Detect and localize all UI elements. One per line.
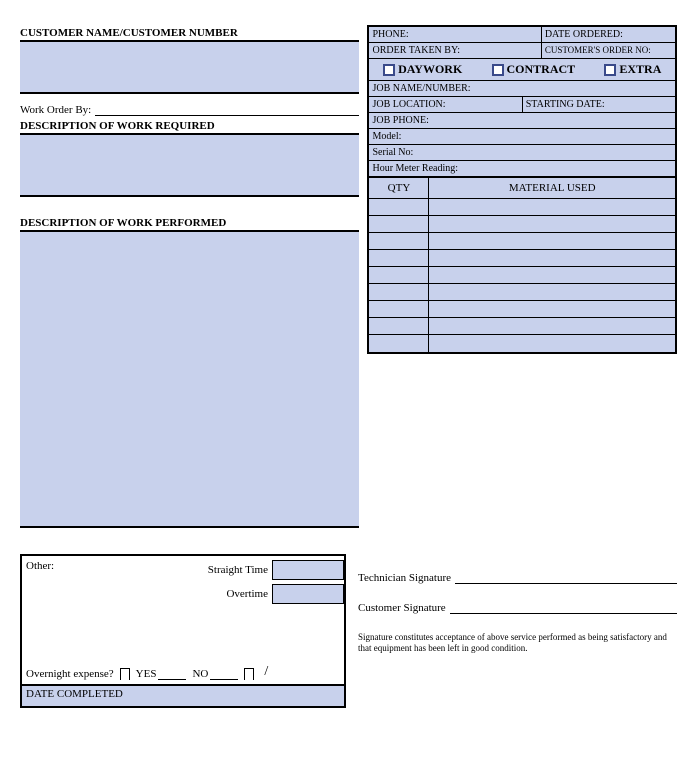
checkbox-icon (604, 64, 616, 76)
customer-order-no-cell[interactable]: CUSTOMER'S ORDER NO: (542, 43, 675, 58)
model-cell[interactable]: Model: (369, 129, 675, 144)
serial-cell[interactable]: Serial No: (369, 145, 675, 160)
yes-option[interactable]: YES (136, 668, 187, 680)
work-required-area[interactable] (20, 135, 359, 197)
checkbox-icon (492, 64, 504, 76)
straight-time-input[interactable] (272, 560, 344, 580)
tick-icon (244, 668, 254, 680)
qty-header: QTY (369, 178, 429, 198)
table-row[interactable] (369, 199, 675, 216)
contract-option[interactable]: CONTRACT (492, 62, 576, 77)
tick-icon (120, 668, 130, 680)
order-taken-by-cell[interactable]: ORDER TAKEN BY: (369, 43, 541, 58)
straight-time-label: Straight Time (208, 564, 272, 576)
job-phone-cell[interactable]: JOB PHONE: (369, 113, 675, 128)
other-label: Other: (26, 560, 54, 572)
technician-signature-line[interactable] (455, 574, 677, 584)
table-row[interactable] (369, 250, 675, 267)
overtime-input[interactable] (272, 584, 344, 604)
overnight-label: Overnight expense? (26, 668, 114, 680)
table-row[interactable] (369, 318, 675, 335)
no-option[interactable]: NO (192, 668, 238, 680)
work-performed-area[interactable] (20, 232, 359, 528)
job-name-cell[interactable]: JOB NAME/NUMBER: (369, 81, 675, 96)
date-ordered-cell[interactable]: DATE ORDERED: (542, 27, 675, 42)
work-order-by-line[interactable] (95, 106, 359, 116)
extra-label: EXTRA (619, 62, 661, 77)
checkbox-icon (383, 64, 395, 76)
customer-signature-label: Customer Signature (358, 602, 446, 614)
no-label: NO (192, 668, 208, 680)
customer-signature-line[interactable] (450, 604, 677, 614)
table-row[interactable] (369, 301, 675, 318)
hour-meter-cell[interactable]: Hour Meter Reading: (369, 161, 675, 176)
phone-cell[interactable]: PHONE: (369, 27, 541, 42)
table-row[interactable] (369, 267, 675, 284)
work-order-by-label: Work Order By: (20, 104, 91, 116)
daywork-option[interactable]: DAYWORK (383, 62, 462, 77)
contract-label: CONTRACT (507, 62, 576, 77)
customer-input-area[interactable] (20, 42, 359, 94)
table-row[interactable] (369, 216, 675, 233)
work-performed-header: DESCRIPTION OF WORK PERFORMED (20, 217, 359, 232)
date-completed-cell[interactable]: DATE COMPLETED (22, 684, 344, 706)
other-expense-box: Other: Straight Time Overtime Overnight … (20, 554, 346, 708)
overtime-label: Overtime (226, 588, 272, 600)
material-table: QTY MATERIAL USED (367, 178, 677, 354)
job-location-cell[interactable]: JOB LOCATION: (369, 97, 522, 112)
table-row[interactable] (369, 284, 675, 301)
material-used-header: MATERIAL USED (429, 178, 675, 198)
order-info-table: PHONE: DATE ORDERED: ORDER TAKEN BY: CUS… (367, 25, 677, 178)
customer-header: CUSTOMER NAME/CUSTOMER NUMBER (20, 27, 359, 42)
slash-icon: / (264, 664, 268, 680)
yes-label: YES (136, 668, 157, 680)
extra-option[interactable]: EXTRA (604, 62, 661, 77)
technician-signature-label: Technician Signature (358, 572, 451, 584)
work-required-header: DESCRIPTION OF WORK REQUIRED (20, 120, 359, 135)
starting-date-cell[interactable]: STARTING DATE: (523, 97, 675, 112)
disclaimer-text: Signature constitutes acceptance of abov… (358, 632, 677, 654)
daywork-label: DAYWORK (398, 62, 462, 77)
table-row[interactable] (369, 233, 675, 250)
table-row[interactable] (369, 335, 675, 352)
